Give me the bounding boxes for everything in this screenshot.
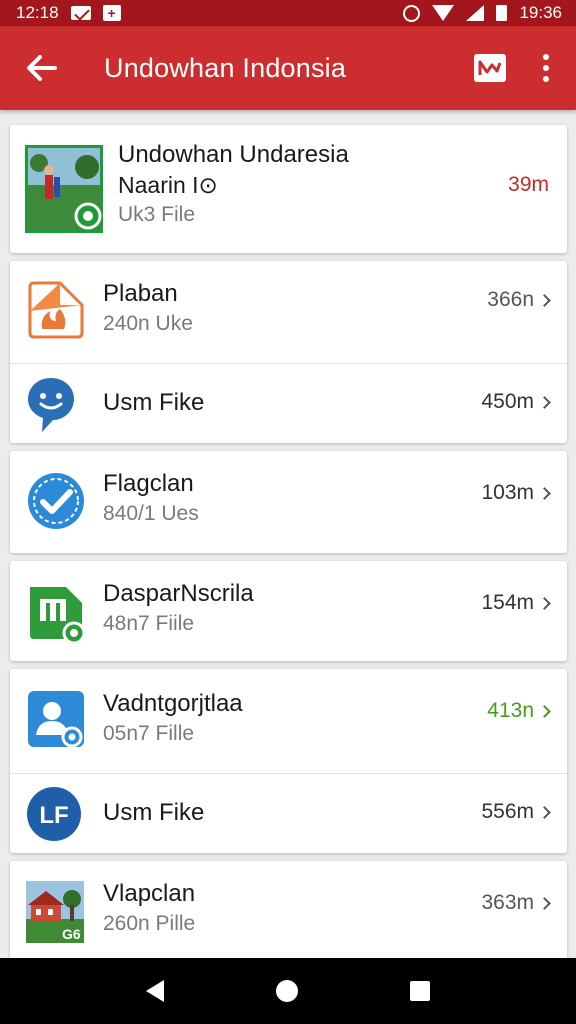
item-size: 39m bbox=[508, 173, 549, 196]
chevron-right-icon bbox=[538, 395, 551, 409]
item-subtitle: Naarin I⊙ bbox=[118, 172, 218, 198]
item-size: 450m bbox=[481, 390, 534, 413]
item-subtitle: 840/1 Ues bbox=[103, 502, 199, 525]
battery-icon bbox=[496, 5, 508, 21]
svg-text:LF: LF bbox=[39, 802, 68, 829]
list-item[interactable]: Usm Fike 450m bbox=[10, 363, 567, 443]
item-title: Flagclan bbox=[103, 470, 194, 497]
list-card: Undowhan Undaresia Naarin I⊙ Uk3 File 39… bbox=[10, 125, 567, 253]
list-item[interactable]: Flagclan 840/1 Ues 103m bbox=[10, 451, 567, 553]
item-size: 154m bbox=[481, 591, 534, 614]
alarm-icon bbox=[403, 4, 421, 22]
app-bar: Undowhan Indonsia bbox=[0, 26, 576, 110]
chevron-right-icon bbox=[538, 704, 551, 718]
item-title: DasparNscrila bbox=[103, 580, 254, 607]
verified-check-icon bbox=[26, 471, 86, 536]
list-card: Vadntgorjtlaa 05n7 Fille 413n LF Usm Fik… bbox=[10, 669, 567, 853]
item-title: Undowhan Undaresia bbox=[118, 141, 349, 168]
wifi-icon bbox=[432, 5, 455, 21]
list-item[interactable]: Plaban 240n Uke 366n bbox=[10, 261, 567, 363]
item-title: Vadntgorjtlaa bbox=[103, 690, 243, 717]
status-time-right: 19:36 bbox=[519, 3, 562, 22]
status-bar: 12:18 + 19:36 bbox=[0, 0, 576, 26]
more-vert-icon bbox=[543, 54, 549, 60]
app-title: Undowhan Indonsia bbox=[104, 52, 347, 83]
list-card: Plaban 240n Uke 366n Usm Fike 450m bbox=[10, 261, 567, 443]
contact-icon bbox=[26, 689, 86, 754]
item-subtitle: 48n7 Fiile bbox=[103, 612, 195, 635]
plus-icon: + bbox=[102, 5, 121, 21]
system-nav-bar bbox=[0, 958, 576, 1024]
chevron-right-icon bbox=[538, 596, 551, 610]
signal-icon bbox=[466, 5, 485, 21]
item-size: 363m bbox=[481, 891, 534, 914]
mail-icon bbox=[70, 6, 91, 20]
list-item[interactable]: DasparNscrila 48n7 Fiile 154m bbox=[10, 561, 567, 661]
flame-doc-icon bbox=[26, 281, 84, 344]
green-file-icon bbox=[26, 583, 88, 650]
item-title: Usm Fike bbox=[103, 389, 205, 416]
photo-thumbnail-icon bbox=[25, 145, 103, 238]
list-card: G6 Vlapclan 260n Pille 363m bbox=[10, 861, 567, 961]
chart-icon bbox=[474, 54, 506, 82]
nav-back-icon[interactable] bbox=[146, 980, 164, 1002]
chat-bubble-icon bbox=[26, 376, 76, 439]
lf-badge-icon: LF bbox=[26, 786, 82, 847]
item-size: 556m bbox=[481, 800, 534, 823]
chevron-right-icon bbox=[538, 486, 551, 500]
list-item[interactable]: Undowhan Undaresia Naarin I⊙ Uk3 File 39… bbox=[10, 125, 567, 253]
item-title: Plaban bbox=[103, 280, 178, 307]
svg-text:G6: G6 bbox=[62, 926, 81, 942]
back-button[interactable] bbox=[0, 26, 82, 110]
list-card: DasparNscrila 48n7 Fiile 154m bbox=[10, 561, 567, 661]
item-title: Vlapclan bbox=[103, 880, 196, 907]
chevron-right-icon bbox=[538, 805, 551, 819]
chart-button[interactable] bbox=[464, 26, 516, 110]
status-time-left: 12:18 bbox=[16, 3, 59, 22]
nav-home-icon[interactable] bbox=[276, 980, 298, 1002]
item-title: Usm Fike bbox=[103, 799, 205, 826]
file-list: Undowhan Undaresia Naarin I⊙ Uk3 File 39… bbox=[10, 125, 567, 969]
item-subtitle: 05n7 Fille bbox=[103, 722, 195, 745]
chevron-right-icon bbox=[538, 293, 551, 307]
chevron-right-icon bbox=[538, 896, 551, 910]
list-item[interactable]: G6 Vlapclan 260n Pille 363m bbox=[10, 861, 567, 961]
item-size: 103m bbox=[481, 481, 534, 504]
house-photo-icon: G6 bbox=[26, 881, 84, 948]
list-item[interactable]: LF Usm Fike 556m bbox=[10, 773, 567, 853]
item-size: 413n bbox=[487, 699, 534, 722]
nav-recents-icon[interactable] bbox=[410, 981, 430, 1001]
list-card: Flagclan 840/1 Ues 103m bbox=[10, 451, 567, 553]
item-detail: Uk3 File bbox=[118, 203, 196, 226]
more-options-button[interactable] bbox=[516, 26, 576, 110]
item-size: 366n bbox=[487, 288, 534, 311]
list-item[interactable]: Vadntgorjtlaa 05n7 Fille 413n bbox=[10, 669, 567, 773]
item-subtitle: 260n Pille bbox=[103, 912, 196, 935]
item-subtitle: 240n Uke bbox=[103, 312, 193, 335]
arrow-left-icon bbox=[27, 55, 57, 81]
